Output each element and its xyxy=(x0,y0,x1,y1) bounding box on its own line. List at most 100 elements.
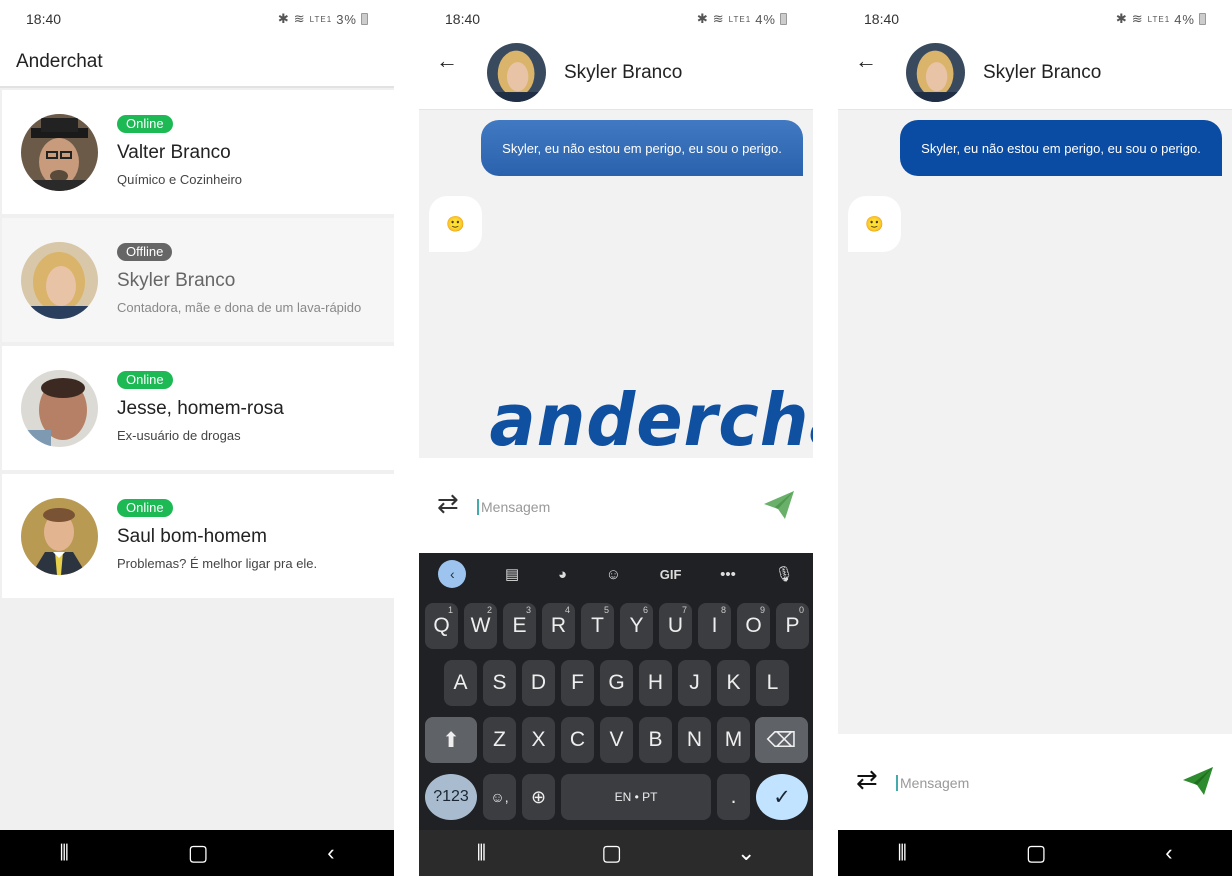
key-r[interactable]: R4 xyxy=(542,603,575,649)
key-number-hint: 8 xyxy=(720,605,726,615)
key-g[interactable]: G xyxy=(600,660,633,706)
key-label: L xyxy=(766,671,779,694)
enter-check-icon[interactable]: ✓ xyxy=(756,774,808,820)
key-label: G xyxy=(608,671,625,694)
contact-item[interactable]: Online Jesse, homem-rosa Ex-usuário de d… xyxy=(2,346,394,470)
avatar xyxy=(21,114,98,191)
key-label: W xyxy=(470,614,491,637)
hide-keyboard-icon[interactable]: ⌄ xyxy=(737,840,755,866)
home-icon[interactable]: ▢ xyxy=(188,840,209,866)
back-arrow-icon[interactable]: ← xyxy=(855,48,877,74)
contact-item[interactable]: Online Saul bom-homem Problemas? É melho… xyxy=(2,474,394,598)
key-a[interactable]: A xyxy=(444,660,477,706)
recents-icon[interactable]: ⦀ xyxy=(897,840,907,866)
key-s[interactable]: S xyxy=(483,660,516,706)
bluetooth-icon: ✱ xyxy=(1115,11,1128,26)
status-icons: ✱ ≋ LTE1 4% xyxy=(1116,11,1206,27)
compose-bar: ⇄ Mensagem xyxy=(838,734,1232,830)
message-input[interactable]: Mensagem xyxy=(477,499,550,515)
chat-header: ← Skyler Branco xyxy=(838,40,1232,110)
recents-icon[interactable]: ⦀ xyxy=(477,840,487,866)
key-m[interactable]: M xyxy=(717,717,750,763)
microphone-icon[interactable]: 🎙 xyxy=(775,565,794,583)
network-label: LTE1 xyxy=(309,14,333,24)
period-key[interactable]: . xyxy=(717,774,750,820)
emoji-key[interactable]: ☺, xyxy=(483,774,516,820)
wifi-icon: ≋ xyxy=(1131,11,1144,26)
key-b[interactable]: B xyxy=(639,717,672,763)
contact-item[interactable]: Offline Skyler Branco Contadora, mãe e d… xyxy=(2,218,394,342)
contact-name: Jesse, homem-rosa xyxy=(117,398,284,419)
key-i[interactable]: I8 xyxy=(698,603,731,649)
key-number-hint: 4 xyxy=(564,605,570,615)
status-bar: 18:40 ✱ ≋ LTE1 3% xyxy=(0,0,394,40)
back-nav-icon[interactable]: ‹ xyxy=(1165,840,1172,866)
home-icon[interactable]: ▢ xyxy=(1026,840,1047,866)
key-t[interactable]: T5 xyxy=(581,603,614,649)
key-o[interactable]: O9 xyxy=(737,603,770,649)
key-number-hint: 9 xyxy=(759,605,765,615)
key-q[interactable]: Q1 xyxy=(425,603,458,649)
key-x[interactable]: X xyxy=(522,717,555,763)
send-icon[interactable] xyxy=(1182,766,1214,801)
recents-icon[interactable]: ⦀ xyxy=(59,840,69,866)
key-number-hint: 2 xyxy=(486,605,492,615)
palette-icon[interactable]: ◕ xyxy=(558,566,567,583)
backspace-icon[interactable]: ⌫ xyxy=(755,717,808,763)
home-icon[interactable]: ▢ xyxy=(601,840,622,866)
system-nav-bar: ⦀ ▢ ‹ xyxy=(838,830,1232,876)
key-e[interactable]: E3 xyxy=(503,603,536,649)
key-label: Y xyxy=(629,614,644,637)
more-icon[interactable]: ••• xyxy=(720,566,736,583)
key-label: T xyxy=(591,614,604,637)
incoming-message: 🙂 xyxy=(848,196,901,252)
clipboard-icon[interactable]: ▤ xyxy=(505,565,519,583)
contact-item[interactable]: Online Valter Branco Químico e Cozinheir… xyxy=(2,90,394,214)
contact-name: Skyler Branco xyxy=(117,270,236,291)
key-label: O xyxy=(745,614,762,637)
key-l[interactable]: L xyxy=(756,660,789,706)
key-f[interactable]: F xyxy=(561,660,594,706)
key-j[interactable]: J xyxy=(678,660,711,706)
chat-screen: 18:40 ✱ ≋ LTE1 4% ← Skyler Branco Skyler… xyxy=(838,0,1232,876)
key-label: Q xyxy=(433,614,450,637)
globe-icon[interactable]: ⊕ xyxy=(522,774,555,820)
back-nav-icon[interactable]: ‹ xyxy=(327,840,334,866)
avatar xyxy=(21,370,98,447)
key-y[interactable]: Y6 xyxy=(620,603,653,649)
chat-screen-keyboard: 18:40 ✱ ≋ LTE1 4% ← Skyler Branco Skyler… xyxy=(419,0,813,876)
contact-description: Contadora, mãe e dona de um lava-rápido xyxy=(117,300,362,315)
key-label: X xyxy=(531,728,546,751)
key-u[interactable]: U7 xyxy=(659,603,692,649)
message-input[interactable]: Mensagem xyxy=(896,775,969,791)
key-v[interactable]: V xyxy=(600,717,633,763)
sticker-icon[interactable]: ☺ xyxy=(606,566,621,583)
gif-button[interactable]: GIF xyxy=(660,567,682,582)
swap-icon[interactable]: ⇄ xyxy=(437,488,459,519)
battery-level: 4% xyxy=(755,11,776,27)
key-c[interactable]: C xyxy=(561,717,594,763)
key-label: J xyxy=(689,671,700,694)
key-p[interactable]: P0 xyxy=(776,603,809,649)
send-icon[interactable] xyxy=(763,490,795,525)
key-d[interactable]: D xyxy=(522,660,555,706)
chat-contact-name: Skyler Branco xyxy=(564,62,683,83)
key-w[interactable]: W2 xyxy=(464,603,497,649)
battery-icon xyxy=(361,13,368,25)
wifi-icon: ≋ xyxy=(293,11,306,26)
shift-icon[interactable]: ⬆ xyxy=(425,717,477,763)
key-n[interactable]: N xyxy=(678,717,711,763)
contact-description: Químico e Cozinheiro xyxy=(117,172,242,187)
key-h[interactable]: H xyxy=(639,660,672,706)
key-z[interactable]: Z xyxy=(483,717,516,763)
key-k[interactable]: K xyxy=(717,660,750,706)
swap-icon[interactable]: ⇄ xyxy=(856,764,878,795)
numbers-key[interactable]: ?123 xyxy=(425,774,477,820)
collapse-toolbar-icon[interactable]: ‹ xyxy=(438,560,467,588)
status-bar: 18:40 ✱ ≋ LTE1 4% xyxy=(419,0,813,40)
key-label: A xyxy=(453,671,468,694)
back-arrow-icon[interactable]: ← xyxy=(436,48,458,74)
space-key[interactable]: EN • PT xyxy=(561,774,711,820)
chat-contact-name: Skyler Branco xyxy=(983,62,1102,83)
status-icons: ✱ ≋ LTE1 4% xyxy=(697,11,787,27)
